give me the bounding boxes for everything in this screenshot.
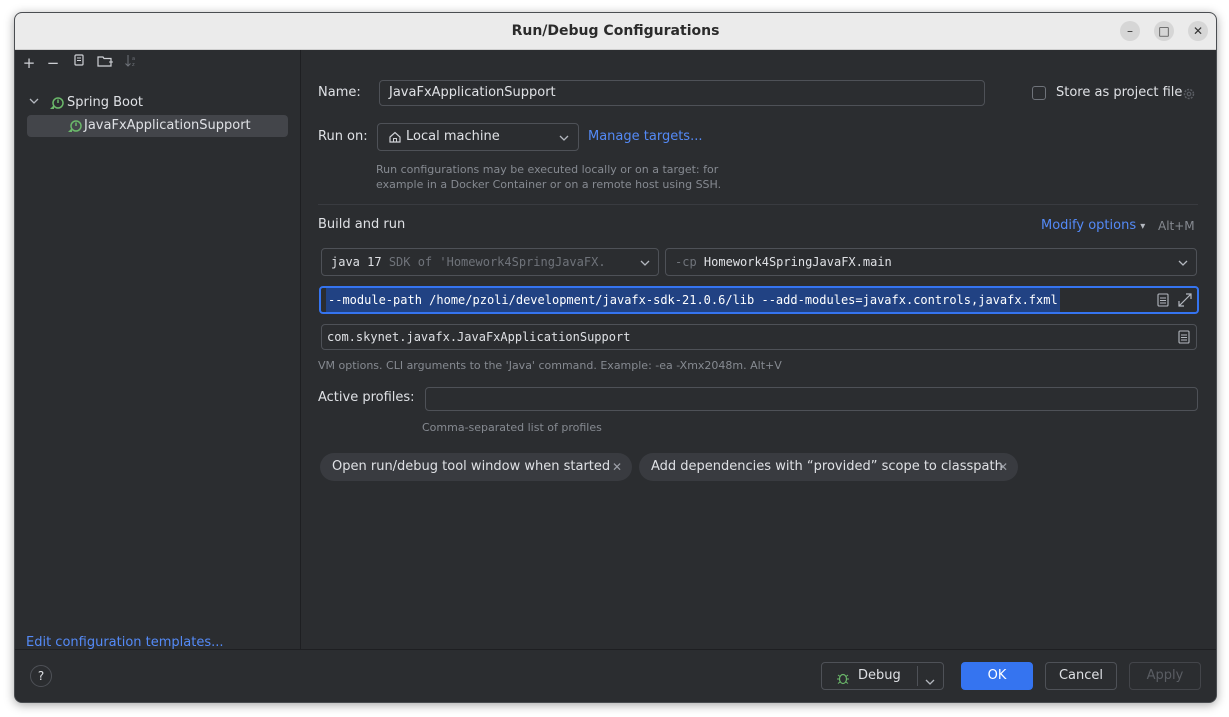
vm-options-field[interactable]: --module-path /home/pzoli/development/ja… <box>319 286 1199 314</box>
classpath-module-select[interactable]: -cp Homework4SpringJavaFX.main <box>665 248 1197 276</box>
close-button[interactable]: ✕ <box>1188 21 1208 41</box>
vm-options-value: --module-path /home/pzoli/development/ja… <box>326 288 1060 312</box>
name-field[interactable]: JavaFxApplicationSupport <box>379 80 985 106</box>
active-profiles-hint: Comma-separated list of profiles <box>422 421 602 434</box>
store-as-project-file-label[interactable]: Store as project file <box>1056 85 1182 100</box>
name-field-value: JavaFxApplicationSupport <box>389 85 556 100</box>
chevron-down-icon[interactable] <box>925 671 935 697</box>
name-label: Name: <box>318 85 361 100</box>
option-chip-provided-scope[interactable]: Add dependencies with “provided” scope t… <box>639 453 1018 481</box>
configuration-form: Name: JavaFxApplicationSupport Store as … <box>301 50 1216 649</box>
chip-label: Add dependencies with “provided” scope t… <box>651 459 1003 474</box>
title-bar: Run/Debug Configurations – □ ✕ <box>15 13 1216 50</box>
browse-class-icon[interactable] <box>1178 330 1190 348</box>
chevron-down-icon <box>559 132 569 147</box>
jdk-suffix: SDK of 'Homework4SpringJavaFX. <box>388 255 606 269</box>
vm-options-hint: VM options. CLI arguments to the 'Java' … <box>318 359 782 372</box>
svg-text:z: z <box>132 62 135 68</box>
store-as-project-file-checkbox[interactable] <box>1032 86 1046 100</box>
jdk-value: java 17 <box>331 255 382 269</box>
build-and-run-title: Build and run <box>318 217 406 232</box>
edit-configuration-templates-link[interactable]: Edit configuration templates... <box>26 635 224 650</box>
modify-options-shortcut: Alt+M <box>1158 219 1195 233</box>
cp-prefix: -cp <box>675 255 697 269</box>
debug-split-button[interactable]: Debug <box>821 662 944 690</box>
new-folder-icon[interactable] <box>97 54 113 72</box>
spring-boot-icon <box>67 118 83 142</box>
expand-text-icon[interactable] <box>1157 293 1169 311</box>
dialog-footer: ? Debug OK Cancel Apply <box>15 649 1216 702</box>
main-class-value: com.skynet.javafx.JavaFxApplicationSuppo… <box>327 330 631 344</box>
modify-options-label: Modify options <box>1041 218 1137 233</box>
gear-icon[interactable] <box>1182 87 1196 105</box>
dialog-title: Run/Debug Configurations <box>511 23 720 39</box>
split-divider <box>917 666 918 686</box>
modify-options-link[interactable]: Modify options ▾ <box>1041 218 1145 233</box>
jdk-select[interactable]: java 17 SDK of 'Homework4SpringJavaFX. <box>321 248 659 276</box>
option-chip-open-tool-window[interactable]: Open run/debug tool window when started … <box>320 453 632 481</box>
bug-icon <box>836 669 850 695</box>
remove-icon[interactable]: − <box>45 54 61 72</box>
chevron-down-icon <box>1178 257 1188 272</box>
active-profiles-field[interactable] <box>425 387 1198 411</box>
chevron-down-icon: ▾ <box>1140 221 1146 232</box>
run-on-hint-line-1: Run configurations may be executed local… <box>376 163 719 176</box>
copy-icon[interactable] <box>71 54 87 72</box>
add-icon[interactable]: + <box>21 54 37 72</box>
home-icon <box>388 130 402 148</box>
help-button[interactable]: ? <box>30 665 52 687</box>
ok-button[interactable]: OK <box>961 662 1033 690</box>
run-on-label: Run on: <box>318 129 368 144</box>
cancel-button[interactable]: Cancel <box>1045 662 1117 690</box>
apply-button[interactable]: Apply <box>1129 662 1201 690</box>
remove-chip-icon[interactable]: ✕ <box>998 453 1008 481</box>
minimize-button[interactable]: – <box>1120 21 1140 41</box>
chevron-down-icon[interactable] <box>29 92 39 114</box>
debug-label: Debug <box>858 668 901 683</box>
run-on-select[interactable]: Local machine <box>377 123 579 151</box>
configurations-sidebar: + − az Spring Boot JavaFxApplicationSupp… <box>15 50 301 650</box>
tree-item-label: JavaFxApplicationSupport <box>84 118 251 133</box>
sort-icon[interactable]: az <box>123 54 139 72</box>
main-class-field[interactable]: com.skynet.javafx.JavaFxApplicationSuppo… <box>321 324 1197 350</box>
tree-item-javafx-application-support[interactable]: JavaFxApplicationSupport <box>27 115 288 137</box>
chevron-down-icon <box>640 257 650 272</box>
tree-group-label: Spring Boot <box>67 95 144 110</box>
manage-targets-link[interactable]: Manage targets... <box>588 129 702 144</box>
remove-chip-icon[interactable]: ✕ <box>612 453 622 481</box>
active-profiles-label: Active profiles: <box>318 390 415 405</box>
expand-icon[interactable] <box>1178 293 1192 311</box>
run-debug-configurations-dialog: Run/Debug Configurations – □ ✕ + − az Sp… <box>14 12 1217 703</box>
run-on-value: Local machine <box>406 129 500 144</box>
section-divider <box>318 204 1198 205</box>
cp-value: Homework4SpringJavaFX.main <box>703 255 892 269</box>
run-on-hint-line-2: example in a Docker Container or on a re… <box>376 178 722 191</box>
maximize-button[interactable]: □ <box>1154 21 1174 41</box>
chip-label: Open run/debug tool window when started <box>332 459 611 474</box>
